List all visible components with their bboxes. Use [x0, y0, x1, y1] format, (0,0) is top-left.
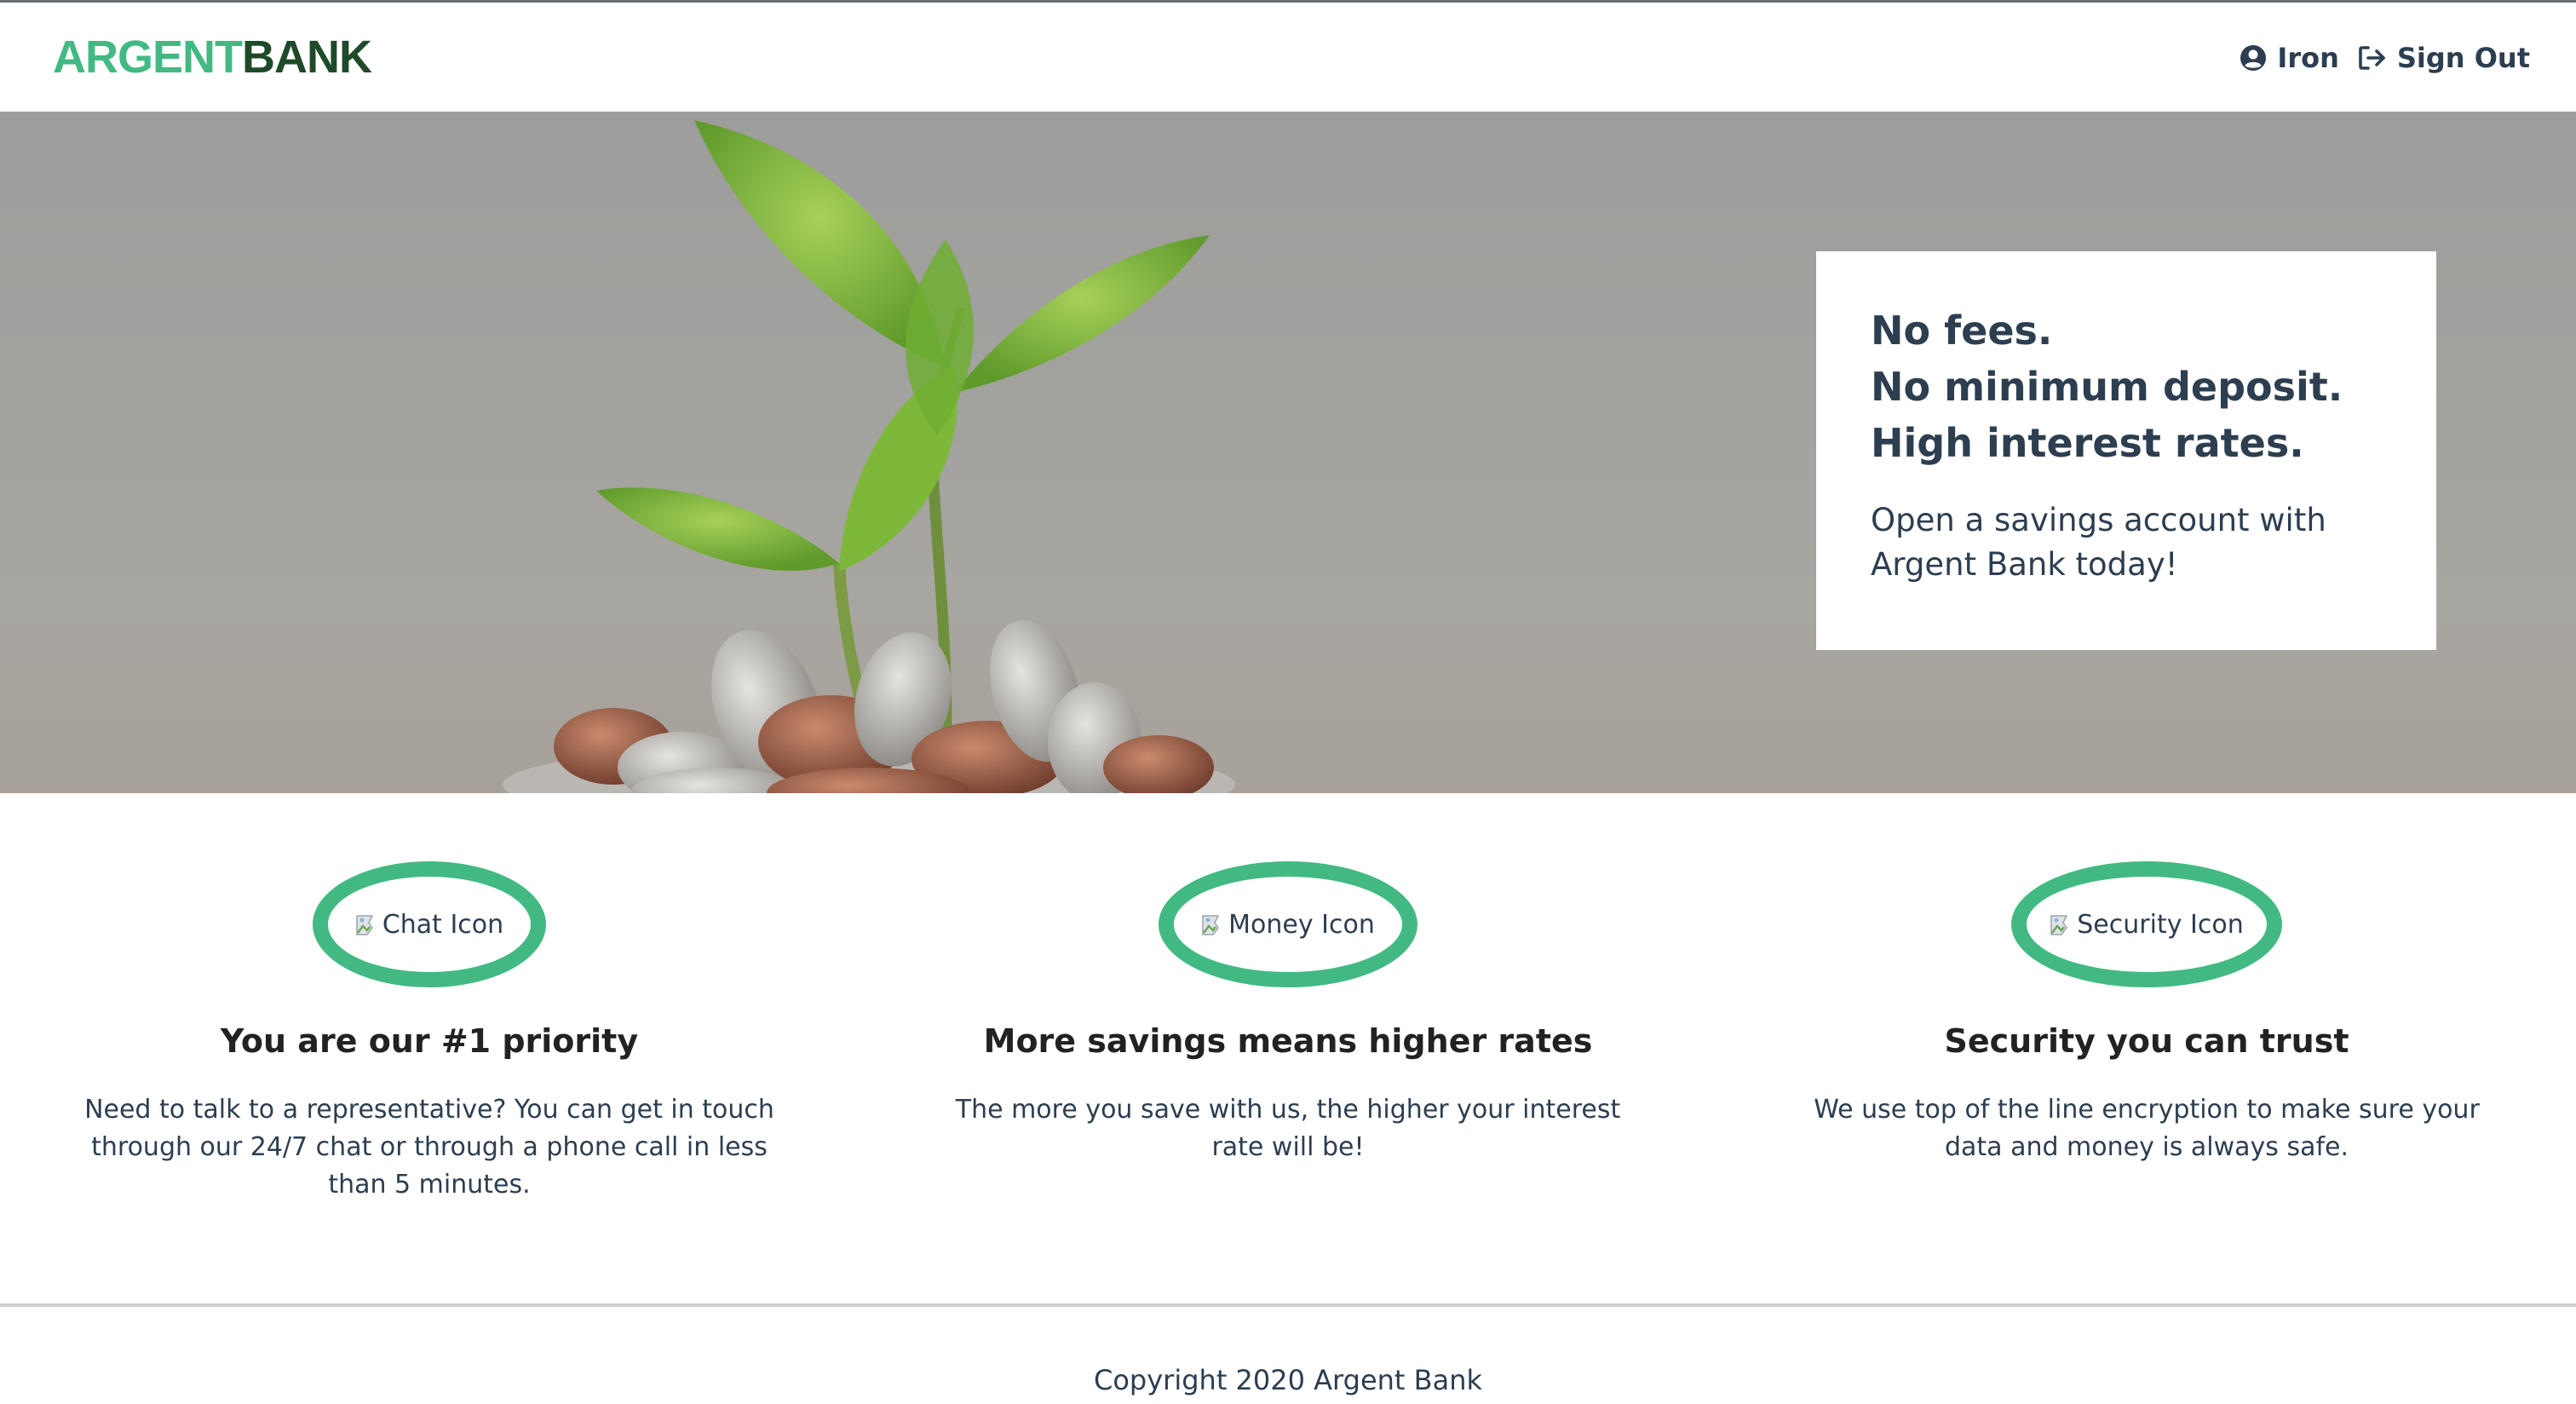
sign-out-label: Sign Out [2396, 42, 2530, 74]
main-nav: ARGENT BANK Iron Sign Out [0, 3, 2576, 112]
chat-icon: Chat Icon [355, 910, 503, 940]
security-icon-wrapper: Security Icon [2011, 861, 2282, 987]
feature-title-security: Security you can trust [1944, 1022, 2349, 1060]
money-icon-wrapper: Money Icon [1159, 861, 1417, 987]
chat-icon-alt-text: Chat Icon [382, 909, 504, 940]
feature-text-chat: Need to talk to a representative? You ca… [84, 1095, 774, 1200]
footer-divider [0, 1303, 2576, 1307]
security-icon-alt-text: Security Icon [2077, 909, 2244, 940]
argent-bank-logo[interactable]: ARGENT BANK [53, 30, 372, 84]
feature-item-money: Money Icon More savings means higher rat… [879, 793, 1697, 1166]
hero-subtitle-3: High interest rates. [1871, 420, 2304, 466]
money-icon-alt-text: Money Icon [1228, 909, 1375, 940]
user-name-label: Iron [2277, 42, 2339, 74]
feature-text-money: The more you save with us, the higher yo… [955, 1095, 1621, 1162]
feature-text-security: We use top of the line encryption to mak… [1814, 1095, 2480, 1162]
chat-icon-wrapper: Chat Icon [313, 861, 546, 987]
features-section: Chat Icon You are our #1 priority Need t… [0, 793, 2576, 1304]
logo-text-bank: BANK [242, 32, 372, 83]
logo-text-argent: ARGENT [53, 32, 243, 83]
broken-image-icon [1202, 915, 1220, 935]
sign-out-link[interactable]: Sign Out [2358, 42, 2530, 74]
hero-text-line-2: Argent Bank today! [1871, 546, 2178, 583]
money-icon: Money Icon [1201, 910, 1375, 940]
hero-subtitle-1: No fees. [1871, 308, 2053, 354]
hero-text-line-1: Open a savings account with [1871, 502, 2326, 538]
nav-user-area: Iron Sign Out [2240, 37, 2530, 79]
footer-copyright: Copyright 2020 Argent Bank [1094, 1364, 1482, 1396]
user-profile-link[interactable]: Iron [2240, 42, 2339, 74]
hero-subtitle-2: No minimum deposit. [1871, 364, 2343, 410]
user-circle-icon [2240, 45, 2267, 71]
feature-item-security: Security Icon Security you can trust We … [1738, 793, 2556, 1166]
broken-image-icon [2050, 915, 2068, 935]
feature-item-chat: Chat Icon You are our #1 priority Need t… [20, 793, 838, 1204]
feature-title-money: More savings means higher rates [983, 1022, 1593, 1060]
security-icon: Security Icon [2050, 909, 2244, 940]
hero-banner: No fees. No minimum deposit. High intere… [0, 112, 2576, 793]
hero-content-card: No fees. No minimum deposit. High intere… [1816, 251, 2436, 650]
broken-image-icon [356, 915, 374, 935]
sign-out-icon [2359, 46, 2385, 70]
hero-text: Open a savings account with Argent Bank … [1871, 498, 2382, 587]
feature-title-chat: You are our #1 priority [220, 1022, 639, 1060]
